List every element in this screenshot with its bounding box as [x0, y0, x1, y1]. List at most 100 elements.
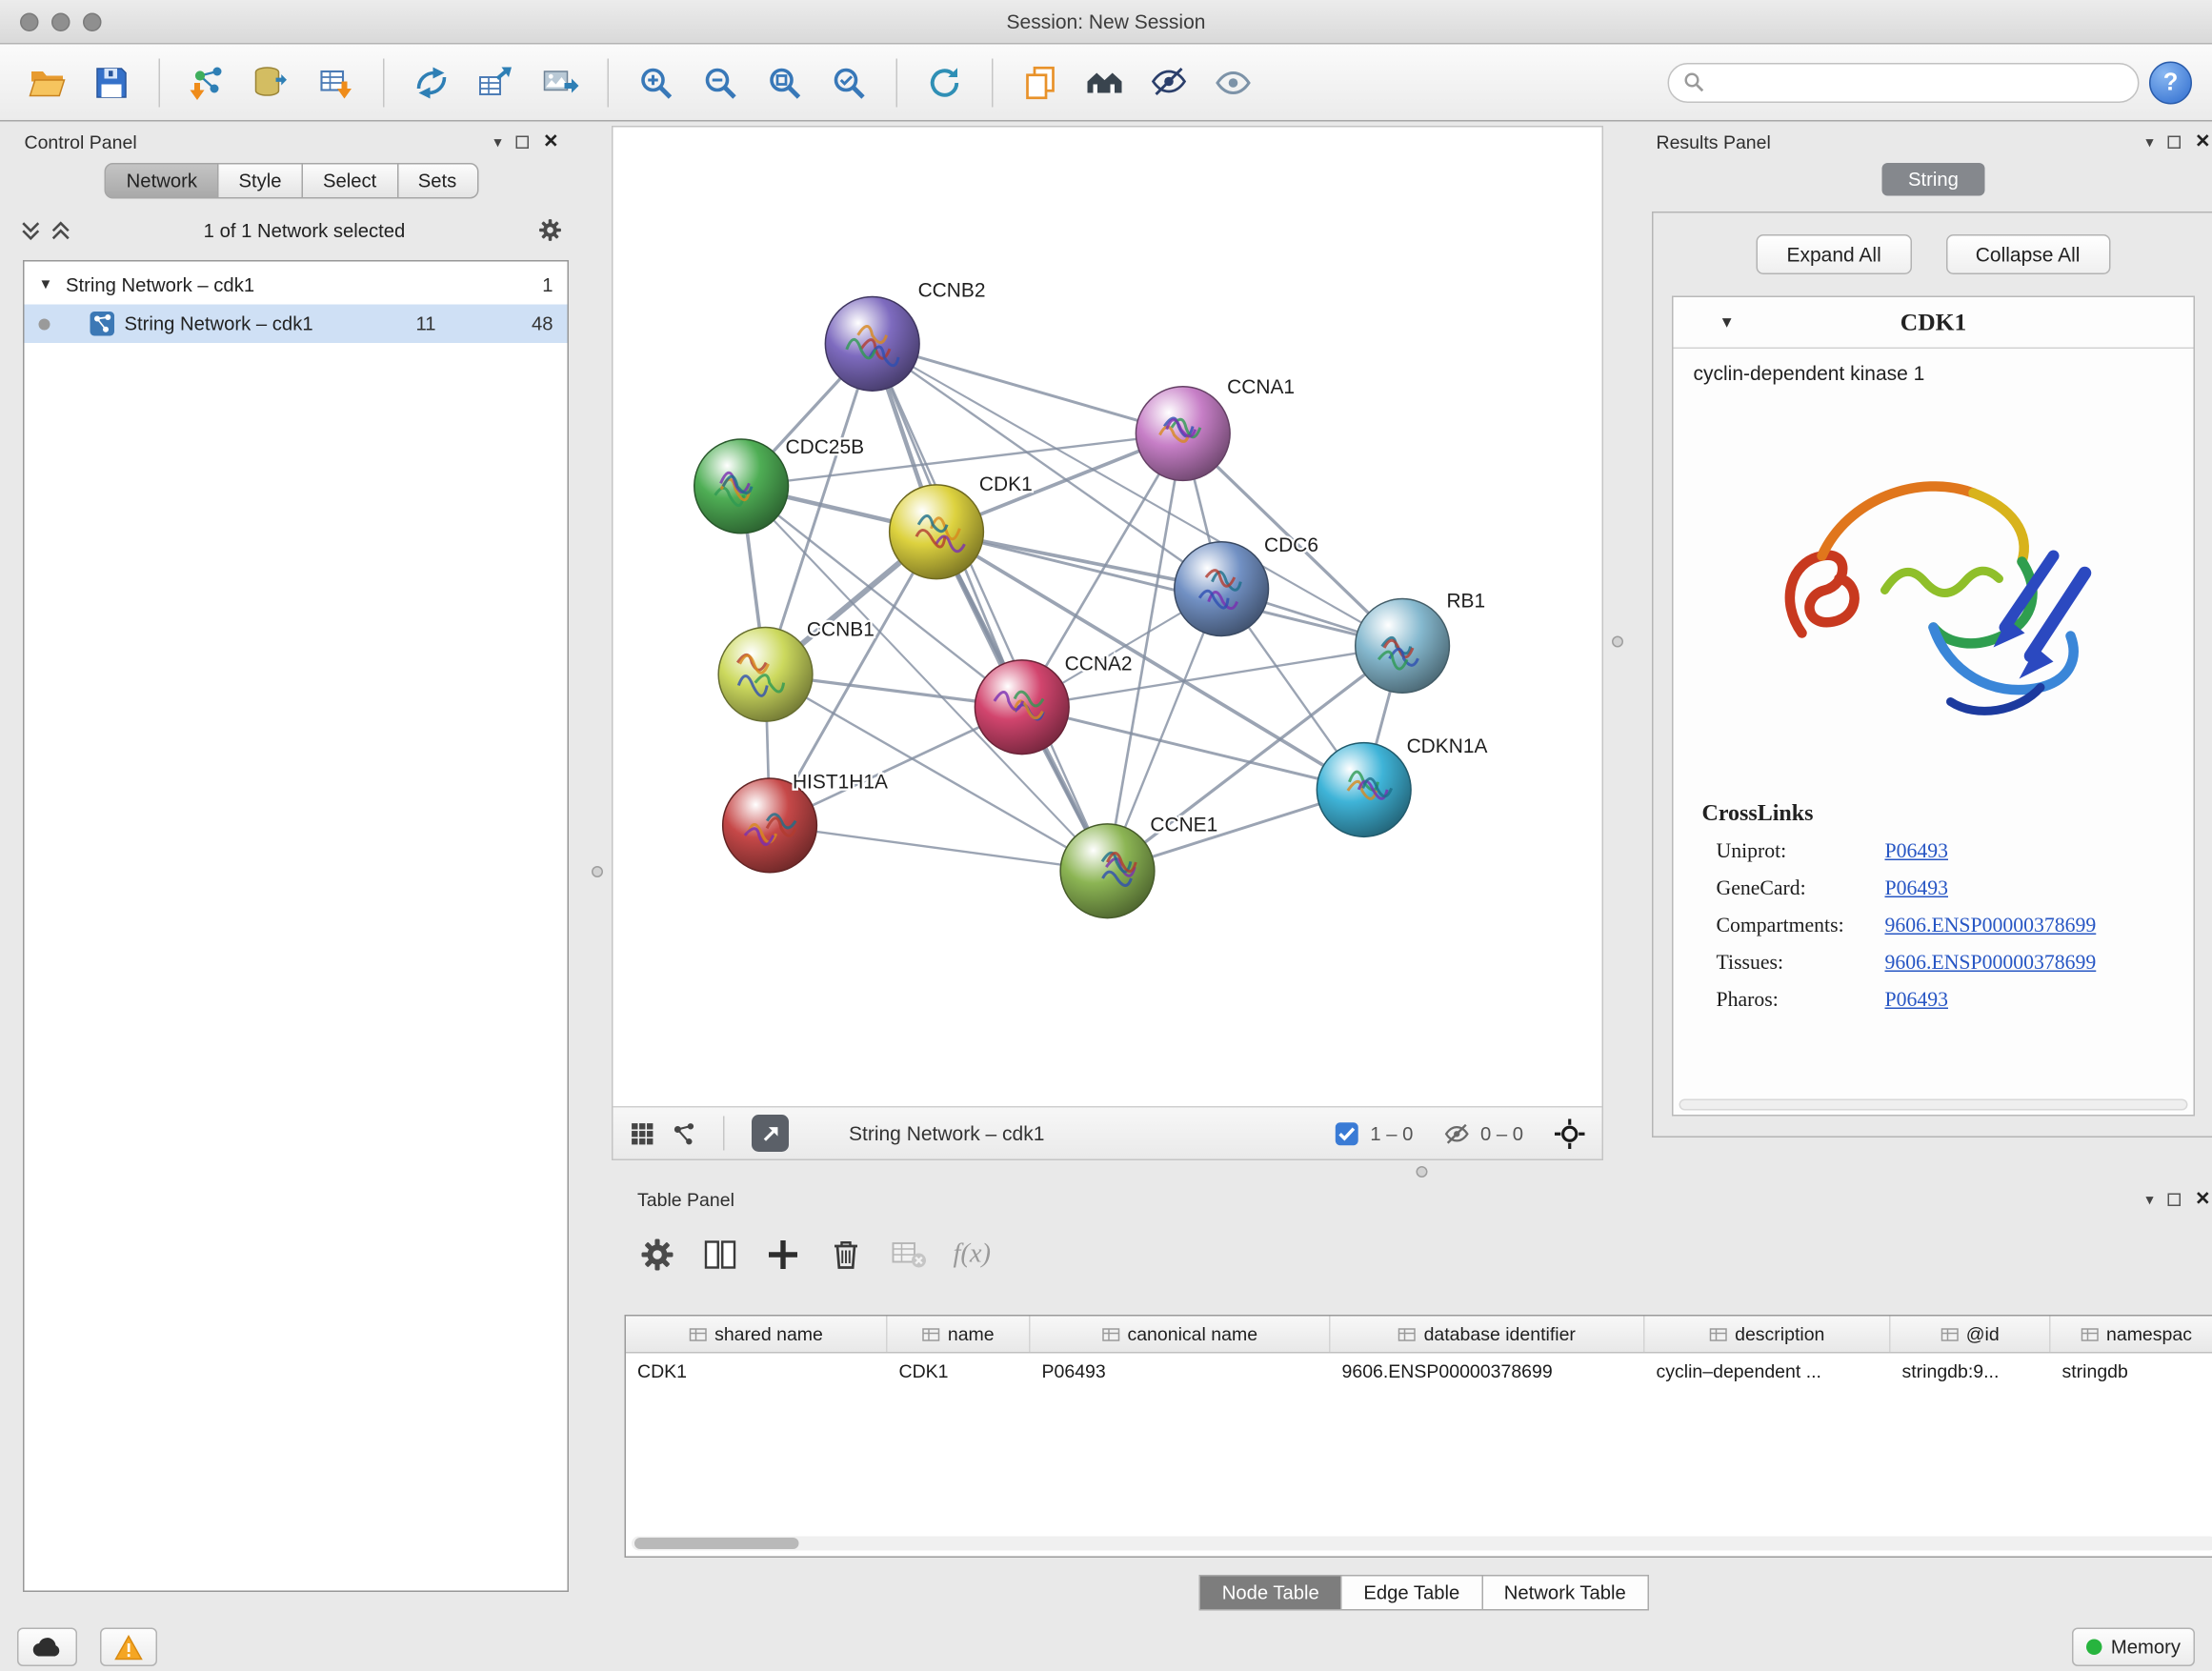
refresh-style-button[interactable] [917, 53, 972, 111]
node-CDKN1A[interactable]: CDKN1A [1317, 735, 1487, 836]
help-button[interactable]: ? [2149, 61, 2192, 104]
selected-checkbox-icon[interactable] [1335, 1121, 1359, 1146]
close-window-button[interactable] [20, 13, 39, 32]
close-panel-icon[interactable]: ✕ [2195, 1188, 2210, 1211]
column-header[interactable]: @id [1891, 1317, 2051, 1353]
zoom-out-button[interactable] [694, 53, 748, 111]
fit-selected-crosshair-icon[interactable] [1555, 1118, 1585, 1149]
birdseye-navigator-button[interactable] [752, 1115, 789, 1152]
show-columns-icon[interactable] [702, 1237, 739, 1274]
tab-network[interactable]: Network [105, 163, 218, 199]
scrollbar-thumb[interactable] [634, 1538, 799, 1549]
node-CCNA1[interactable]: CCNA1 [1136, 376, 1295, 480]
import-network-file-button[interactable] [180, 53, 234, 111]
tab-style[interactable]: Style [218, 163, 303, 199]
column-header[interactable]: shared name [626, 1317, 888, 1353]
network-graph[interactable]: CCNB2CCNA1CDC25BCDK1CDC6RB1CCNB1CCNA2CDK… [613, 128, 1602, 1107]
home-layout-button[interactable] [1077, 53, 1132, 111]
warnings-button[interactable] [100, 1628, 157, 1667]
column-header[interactable]: description [1645, 1317, 1891, 1353]
genecard-link[interactable]: P06493 [1885, 877, 1948, 902]
collapse-collection-icon[interactable]: ▼ [39, 277, 56, 293]
tissues-link[interactable]: 9606.ENSP00000378699 [1885, 952, 2097, 976]
cell-description[interactable]: cyclin–dependent ... [1645, 1354, 1891, 1391]
collapse-protein-icon[interactable]: ▼ [1719, 313, 1735, 331]
collapse-all-tree-icon[interactable] [50, 219, 72, 241]
cell-name[interactable]: CDK1 [888, 1354, 1031, 1391]
search-input[interactable] [1714, 71, 2124, 93]
splitter-handle[interactable] [1417, 1166, 1428, 1178]
cloud-button[interactable] [17, 1628, 77, 1667]
collapse-all-button[interactable]: Collapse All [1945, 234, 2110, 274]
compartments-link[interactable]: 9606.ENSP00000378699 [1885, 915, 2097, 939]
node-CCNA2[interactable]: CCNA2 [975, 653, 1132, 754]
horizontal-scrollbar[interactable] [1679, 1099, 2188, 1111]
maximize-panel-icon[interactable] [2168, 1193, 2182, 1206]
tab-sets[interactable]: Sets [398, 163, 478, 199]
cell-shared-name[interactable]: CDK1 [626, 1354, 888, 1391]
node-CCNB2[interactable]: CCNB2 [825, 279, 985, 391]
splitter-handle[interactable] [592, 866, 603, 877]
float-panel-icon[interactable]: ▾ [2145, 1190, 2153, 1209]
memory-button[interactable]: Memory [2072, 1628, 2195, 1667]
import-table-file-button[interactable] [309, 53, 363, 111]
column-header[interactable]: canonical name [1031, 1317, 1331, 1353]
gear-icon[interactable] [537, 217, 563, 243]
open-session-button[interactable] [20, 53, 74, 111]
share-view-icon[interactable] [672, 1121, 696, 1146]
delete-column-trash-icon[interactable] [828, 1237, 865, 1274]
table-settings-gear-icon[interactable] [639, 1237, 676, 1274]
close-panel-icon[interactable]: ✕ [2195, 131, 2210, 153]
hidden-eye-icon[interactable] [1444, 1121, 1469, 1146]
zoom-in-button[interactable] [629, 53, 683, 111]
edge-CCNB2-CCNE1[interactable] [873, 344, 1108, 871]
copy-button[interactable] [1014, 53, 1068, 111]
grid-view-icon[interactable] [631, 1121, 655, 1146]
maximize-panel-icon[interactable] [2168, 135, 2182, 149]
edge-HIST1H1A-CCNE1[interactable] [770, 825, 1107, 871]
tab-string[interactable]: String [1882, 163, 1984, 196]
expand-all-tree-icon[interactable] [20, 219, 42, 241]
minimize-window-button[interactable] [51, 13, 70, 32]
maximize-panel-icon[interactable] [516, 135, 530, 149]
cell-namespace[interactable]: stringdb [2051, 1354, 2212, 1391]
search-box[interactable] [1668, 62, 2140, 102]
node-HIST1H1A[interactable]: HIST1H1A [723, 771, 888, 872]
zoom-fit-button[interactable] [757, 53, 812, 111]
table-row[interactable]: CDK1 CDK1 P06493 9606.ENSP00000378699 cy… [626, 1354, 2212, 1391]
node-CDC25B[interactable]: CDC25B [694, 436, 864, 534]
cell-database-identifier[interactable]: 9606.ENSP00000378699 [1331, 1354, 1645, 1391]
tab-edge-table[interactable]: Edge Table [1342, 1575, 1482, 1611]
splitter-handle[interactable] [1612, 636, 1623, 648]
edge-CDK1-RB1[interactable] [936, 532, 1402, 646]
node-RB1[interactable]: RB1 [1356, 591, 1485, 694]
node-CCNB1[interactable]: CCNB1 [718, 618, 875, 721]
pharos-link[interactable]: P06493 [1885, 989, 1948, 1014]
hide-details-button[interactable] [1142, 53, 1196, 111]
column-header[interactable]: namespac [2051, 1317, 2212, 1353]
export-image-button[interactable] [533, 53, 588, 111]
save-session-button[interactable] [85, 53, 139, 111]
tab-select[interactable]: Select [303, 163, 398, 199]
node-CDK1[interactable]: CDK1 [890, 473, 1033, 579]
clone-network-button[interactable] [469, 53, 523, 111]
uniprot-link[interactable]: P06493 [1885, 840, 1948, 865]
horizontal-scrollbar[interactable] [632, 1537, 2212, 1551]
float-panel-icon[interactable]: ▾ [493, 132, 501, 151]
show-details-button[interactable] [1206, 53, 1260, 111]
network-collection-row[interactable]: ▼ String Network – cdk1 1 [25, 266, 568, 305]
expand-all-button[interactable]: Expand All [1757, 234, 1911, 274]
tab-node-table[interactable]: Node Table [1199, 1575, 1342, 1611]
import-network-database-button[interactable] [245, 53, 299, 111]
column-header[interactable]: name [888, 1317, 1031, 1353]
float-panel-icon[interactable]: ▾ [2145, 132, 2153, 151]
column-header[interactable]: database identifier [1331, 1317, 1645, 1353]
network-row-selected[interactable]: String Network – cdk1 11 48 [25, 305, 568, 344]
cell-id[interactable]: stringdb:9... [1891, 1354, 2051, 1391]
edge-CCNB2-CCNA1[interactable] [873, 344, 1183, 433]
maximize-window-button[interactable] [83, 13, 102, 32]
tab-network-table[interactable]: Network Table [1482, 1575, 1648, 1611]
new-network-button[interactable] [405, 53, 459, 111]
close-panel-icon[interactable]: ✕ [543, 131, 558, 153]
add-column-icon[interactable] [765, 1237, 802, 1274]
